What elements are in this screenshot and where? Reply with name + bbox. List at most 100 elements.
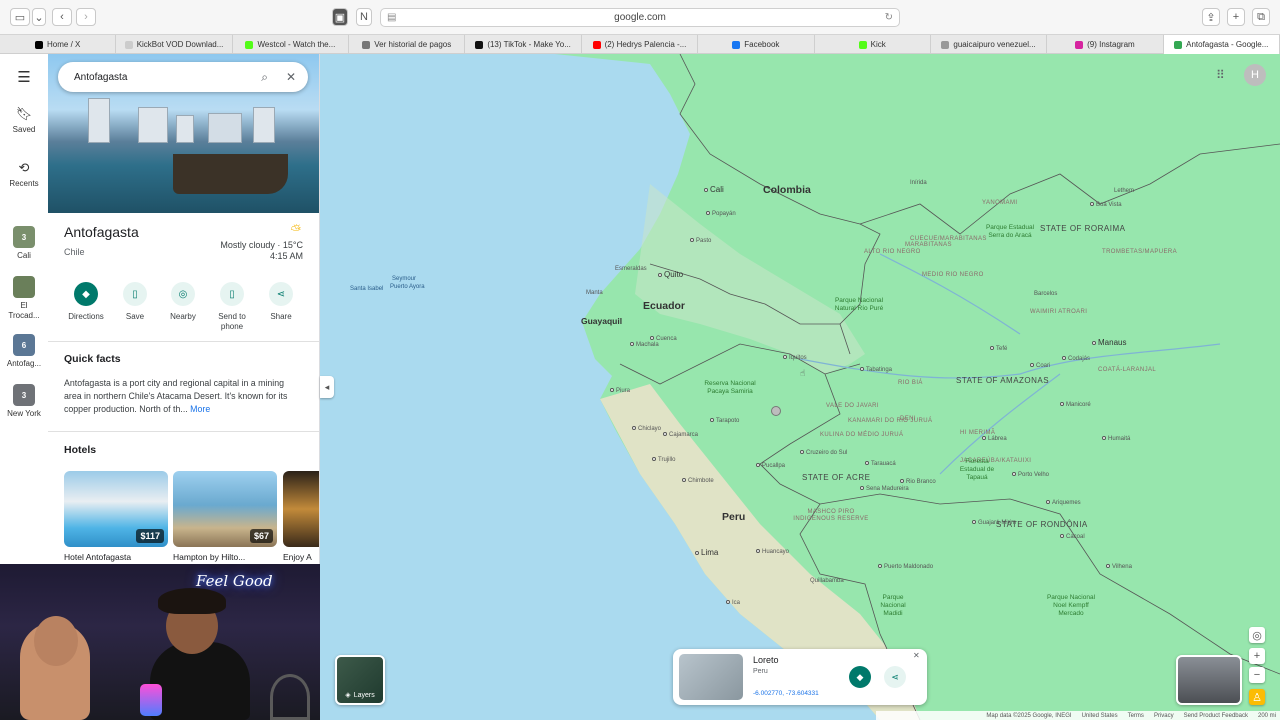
tab-label: Antofagasta - Google... [1186, 40, 1269, 49]
browser-tab[interactable]: guaicaipuro venezuel... [931, 35, 1048, 54]
browser-tab[interactable]: Antofagasta - Google... [1163, 35, 1280, 54]
territory-label: ALTO RIO NEGRO [864, 249, 921, 255]
city-label: Esmeraldas [615, 266, 647, 272]
city-label: Lima [695, 548, 718, 557]
territory-label: MEDIO RIO NEGRO [922, 272, 984, 278]
place-country: Chile [64, 247, 85, 257]
forward-icon[interactable]: › [76, 8, 96, 26]
search-box[interactable]: Antofagasta ⌕ ✕ [58, 62, 308, 92]
state-label: STATE OF RORAIMA [1040, 224, 1126, 233]
browser-tab[interactable]: Facebook [698, 35, 815, 54]
tab-favicon-icon [475, 40, 484, 49]
zoom-in-button[interactable]: + [1249, 648, 1265, 664]
feedback-link[interactable]: Send Product Feedback [1184, 713, 1248, 719]
phone-light [140, 684, 162, 716]
tab-overview-icon[interactable]: ⧉ [1252, 8, 1270, 26]
my-location-icon[interactable]: ◎ [1249, 627, 1265, 643]
pegman-icon[interactable]: ♙ [1249, 689, 1265, 705]
tab-label: Ver historial de pagos [374, 40, 452, 49]
hotel-card[interactable]: $117 Hotel Antofagasta [64, 471, 168, 562]
history-badge: 3 [21, 232, 27, 242]
territory-label: WAIMIRI ATROARI [1030, 309, 1088, 315]
close-icon[interactable]: ✕ [286, 70, 296, 84]
city-label: Cali [704, 185, 724, 194]
place-preview-card[interactable]: Loreto Peru -6.002770, -73.604331 ◆ ⋖ ✕ [673, 649, 927, 705]
selected-pin-icon[interactable] [771, 406, 781, 416]
saved-button[interactable]: 🔖︎ Saved [0, 106, 48, 134]
rail-history-antofagasta[interactable]: 6 Antofag... [0, 334, 48, 368]
share-button[interactable]: ⋖ Share [257, 282, 305, 321]
new-tab-icon[interactable]: + [1227, 8, 1245, 26]
rail-history-el-trocadero[interactable]: El Trocad... [0, 276, 48, 321]
webcam-overlay: Feel Good [0, 564, 320, 720]
territory-label: HI MERIMÃ [960, 430, 996, 436]
save-button[interactable]: ▯ Save [111, 282, 159, 321]
tab-favicon-icon [1174, 40, 1183, 49]
city-label: Pucallpa [756, 463, 785, 469]
person [150, 642, 250, 720]
hotel-card[interactable]: $67 Hampton by Hilto... [173, 471, 277, 562]
park-label: Reserva Nacional Pacaya Samiria [704, 380, 756, 395]
street-view-thumbnail[interactable] [1176, 655, 1242, 705]
directions-icon[interactable]: ◆ [849, 666, 871, 688]
sidebar-toggle-icon[interactable]: ▭ [10, 8, 30, 26]
menu-icon[interactable]: ☰ [0, 68, 48, 86]
browser-tab[interactable]: Ver historial de pagos [349, 35, 466, 54]
browser-tab[interactable]: (13) TikTok - Make Yo... [465, 35, 582, 54]
share-icon[interactable]: ⇪ [1202, 8, 1220, 26]
zoom-out-button[interactable]: − [1249, 667, 1265, 683]
share-icon[interactable]: ⋖ [884, 666, 906, 688]
person-head [34, 616, 78, 666]
neon-sign: Feel Good [196, 572, 273, 590]
search-icon[interactable]: ⌕ [261, 70, 268, 85]
hotel-card[interactable]: Enjoy A [283, 471, 319, 562]
search-input[interactable]: Antofagasta [74, 72, 261, 83]
map-canvas[interactable]: Colombia Ecuador Peru STATE OF RORAIMA S… [320, 54, 1280, 720]
terms-link[interactable]: Terms [1128, 713, 1144, 719]
action-label: Nearby [170, 312, 196, 321]
divider [48, 341, 319, 342]
back-icon[interactable]: ‹ [52, 8, 72, 26]
city-label: Trujillo [652, 457, 675, 463]
hotel-name: Hampton by Hilto... [173, 552, 246, 562]
action-label: Share [270, 312, 292, 321]
recents-button[interactable]: ⟲ Recents [0, 160, 48, 188]
send-to-phone-button[interactable]: ▯ Send to phone [208, 282, 256, 332]
city-label: Chimbote [682, 478, 714, 484]
reload-icon[interactable]: ↻ [885, 12, 893, 23]
rail-history-cali[interactable]: 3 Cali [0, 226, 48, 260]
city-label: Huancayo [756, 549, 789, 555]
history-badge: 3 [21, 390, 27, 400]
city-label: Cruzeiro do Sul [800, 450, 847, 456]
region-link[interactable]: United States [1082, 713, 1118, 719]
browser-tab[interactable]: Westcol - Watch the... [233, 35, 350, 54]
rail-history-new-york[interactable]: 3 New York [0, 384, 48, 418]
tab-favicon-icon [245, 40, 254, 49]
chevron-down-icon[interactable]: ⌄ [32, 8, 46, 26]
collapse-panel-icon[interactable]: ◂ [320, 376, 334, 398]
bookmark-icon: 🔖︎ [15, 106, 33, 121]
privacy-link[interactable]: Privacy [1154, 713, 1174, 719]
browser-tab[interactable]: (9) Instagram [1047, 35, 1164, 54]
layers-button[interactable]: ◈ Layers [335, 655, 385, 705]
extension-icon[interactable]: ▣ [332, 8, 348, 26]
browser-tab[interactable]: Kick [815, 35, 931, 54]
browser-tab[interactable]: Home / X [0, 35, 117, 54]
directions-button[interactable]: ◆ Directions [62, 282, 110, 321]
more-link[interactable]: More [190, 404, 210, 414]
city-label: Manicoré [1060, 402, 1091, 408]
browser-tab[interactable]: (2) Hedrys Palencia -... [582, 35, 699, 54]
weather-info: Mostly cloudy · 15°C 4:15 AM [220, 240, 303, 262]
nearby-button[interactable]: ◎ Nearby [159, 282, 207, 321]
apps-grid-icon[interactable]: ⠿ [1216, 68, 1225, 82]
close-icon[interactable]: ✕ [913, 651, 920, 660]
url-bar[interactable]: google.com ↻ ▤ [380, 8, 900, 27]
notion-icon[interactable]: N [356, 8, 372, 26]
tab-label: guaicaipuro venezuel... [953, 40, 1036, 49]
browser-tab[interactable]: KickBot VOD Downlad... [116, 35, 233, 54]
city-label: Popayán [706, 211, 736, 217]
action-label: Send to phone [218, 312, 246, 331]
scale-label[interactable]: 200 mi [1258, 713, 1276, 719]
hotel-price: $117 [136, 529, 164, 543]
avatar[interactable]: H [1244, 64, 1266, 86]
